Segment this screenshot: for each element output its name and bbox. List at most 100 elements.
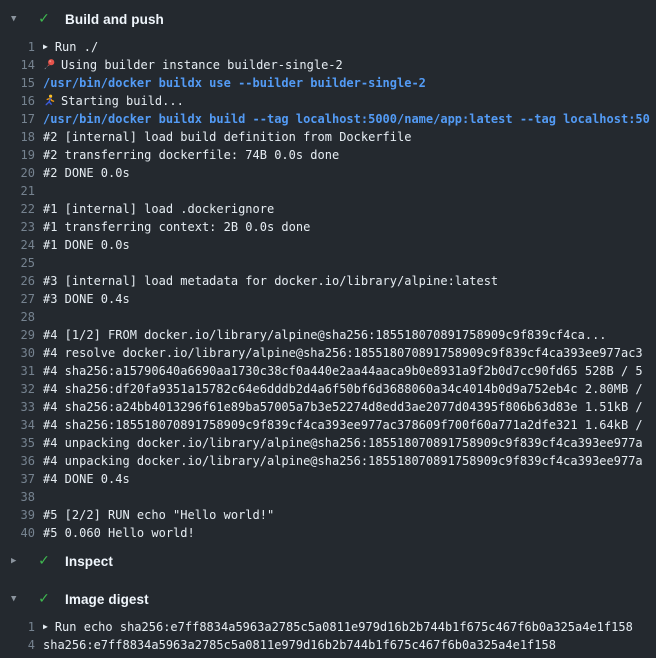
line-number[interactable]: 29: [0, 326, 35, 344]
log-line: 23 #1 transferring context: 2B 0.0s done: [0, 218, 656, 236]
log-text: #4 resolve docker.io/library/alpine@sha2…: [43, 344, 643, 362]
line-number[interactable]: 1: [0, 618, 35, 636]
log-line: 15/usr/bin/docker buildx use --builder b…: [0, 74, 656, 92]
log-text: #2 transferring dockerfile: 74B 0.0s don…: [43, 146, 339, 164]
line-content: #5 [2/2] RUN echo "Hello world!": [43, 506, 656, 524]
runner-icon: [43, 94, 56, 107]
section-header[interactable]: ▼ ✓ Build and push: [0, 0, 656, 38]
line-number[interactable]: 23: [0, 218, 35, 236]
line-content: #4 sha256:a24bb4013296f61e89ba57005a7b3e…: [43, 398, 656, 416]
log-line: 27 #3 DONE 0.4s: [0, 290, 656, 308]
line-content: [43, 488, 656, 506]
log-text: #1 [internal] load .dockerignore: [43, 200, 274, 218]
line-number[interactable]: 33: [0, 398, 35, 416]
line-content: ▶Run ./: [43, 38, 656, 56]
log-line: 39 #5 [2/2] RUN echo "Hello world!": [0, 506, 656, 524]
line-number[interactable]: 38: [0, 488, 35, 506]
line-number[interactable]: 15: [0, 74, 35, 92]
line-number[interactable]: 37: [0, 470, 35, 488]
log-text: #4 sha256:a15790640a6690aa1730c38cf0a440…: [43, 362, 643, 380]
log-group-line[interactable]: 1 ▶ Run echo sha256:e7ff8834a5963a2785c5a0…: [0, 618, 656, 636]
line-number[interactable]: 16: [0, 92, 35, 110]
line-number[interactable]: 31: [0, 362, 35, 380]
log-section: ▶ ✓ Inspect: [0, 542, 656, 580]
section-toggle-icon[interactable]: ▶: [11, 556, 35, 566]
log-line: 40#5 0.060 Hello world!: [0, 524, 656, 542]
log-line: 16 Starting build...: [0, 92, 656, 110]
line-content: #4 DONE 0.4s: [43, 470, 656, 488]
section-body: 1 ▶ Run echo sha256:e7ff8834a5963a2785c5a0…: [0, 618, 656, 654]
line-number[interactable]: 24: [0, 236, 35, 254]
line-content: Starting build...: [43, 92, 656, 110]
log-line: 28: [0, 308, 656, 326]
log-text: #4 sha256:a24bb4013296f61e89ba57005a7b3e…: [43, 398, 643, 416]
pushpin-icon: [43, 58, 56, 71]
log-text: #4 unpacking docker.io/library/alpine@sh…: [43, 452, 643, 470]
line-number[interactable]: 30: [0, 344, 35, 362]
section-header[interactable]: ▼ ✓ Image digest: [0, 580, 656, 618]
log-text: #4 unpacking docker.io/library/alpine@sh…: [43, 434, 643, 452]
line-content: #3 [internal] load metadata for docker.i…: [43, 272, 656, 290]
log-text: #4 sha256:185518070891758909c9f839cf4ca3…: [43, 416, 643, 434]
log-text: #3 DONE 0.4s: [43, 290, 130, 308]
line-number[interactable]: 32: [0, 380, 35, 398]
section-toggle-icon[interactable]: ▼: [11, 14, 35, 24]
log-text: #1 transferring context: 2B 0.0s done: [43, 218, 310, 236]
line-content: #4 resolve docker.io/library/alpine@sha2…: [43, 344, 656, 362]
log-line: 22 #1 [internal] load .dockerignore: [0, 200, 656, 218]
line-number[interactable]: 19: [0, 146, 35, 164]
line-number[interactable]: 40: [0, 524, 35, 542]
line-number[interactable]: 36: [0, 452, 35, 470]
line-number[interactable]: 21: [0, 182, 35, 200]
log-group-line[interactable]: 1 ▶Run ./: [0, 38, 656, 56]
line-content: #4 [1/2] FROM docker.io/library/alpine@s…: [43, 326, 656, 344]
group-expand-icon[interactable]: ▶: [43, 38, 48, 56]
log-text: Run echo sha256:e7ff8834a5963a2785c5a081…: [55, 618, 633, 636]
group-expand-icon[interactable]: ▶: [43, 618, 48, 636]
line-content: #2 DONE 0.0s: [43, 164, 656, 182]
line-number[interactable]: 25: [0, 254, 35, 272]
log-line: 4 sha256:e7ff8834a5963a2785c5a0811e979d16…: [0, 636, 656, 654]
log-line: 26 #3 [internal] load metadata for docker…: [0, 272, 656, 290]
log-line: 29 #4 [1/2] FROM docker.io/library/alpine…: [0, 326, 656, 344]
log-line: 35 #4 unpacking docker.io/library/alpine@…: [0, 434, 656, 452]
log-text: #4 sha256:df20fa9351a15782c64e6dddb2d4a6…: [43, 380, 643, 398]
log-text: #1 DONE 0.0s: [43, 236, 130, 254]
log-text: sha256:e7ff8834a5963a2785c5a0811e979d16b…: [43, 636, 556, 654]
line-number[interactable]: 39: [0, 506, 35, 524]
success-check-icon: ✓: [35, 591, 53, 607]
line-number[interactable]: 34: [0, 416, 35, 434]
success-check-icon: ✓: [35, 11, 53, 27]
log-line: 33 #4 sha256:a24bb4013296f61e89ba57005a7b…: [0, 398, 656, 416]
line-content: Using builder instance builder-single-2: [43, 56, 656, 74]
line-number[interactable]: 20: [0, 164, 35, 182]
line-content: sha256:e7ff8834a5963a2785c5a0811e979d16b…: [43, 636, 656, 654]
line-content: #4 unpacking docker.io/library/alpine@sh…: [43, 434, 656, 452]
section-toggle-icon[interactable]: ▼: [11, 594, 35, 604]
log-text: Starting build...: [61, 92, 184, 110]
line-number[interactable]: 1: [0, 38, 35, 56]
log-text: #4 [1/2] FROM docker.io/library/alpine@s…: [43, 326, 607, 344]
line-number[interactable]: 27: [0, 290, 35, 308]
log-line: 19 #2 transferring dockerfile: 74B 0.0s d…: [0, 146, 656, 164]
log-line: 37 #4 DONE 0.4s: [0, 470, 656, 488]
line-number[interactable]: 4: [0, 636, 35, 654]
log-line: 32 #4 sha256:df20fa9351a15782c64e6dddb2d4…: [0, 380, 656, 398]
line-number[interactable]: 22: [0, 200, 35, 218]
line-number[interactable]: 14: [0, 56, 35, 74]
line-number[interactable]: 26: [0, 272, 35, 290]
line-number[interactable]: 28: [0, 308, 35, 326]
line-content: #4 sha256:a15790640a6690aa1730c38cf0a440…: [43, 362, 656, 380]
line-number[interactable]: 18: [0, 128, 35, 146]
line-number[interactable]: 35: [0, 434, 35, 452]
log-line: 21: [0, 182, 656, 200]
log-section: ▼ ✓ Build and push 1 ▶Run ./ 14 Using buil…: [0, 0, 656, 542]
line-number[interactable]: 17: [0, 110, 35, 128]
command-text: /usr/bin/docker buildx use --builder bui…: [43, 74, 426, 92]
line-content: [43, 254, 656, 272]
log-text: #4 DONE 0.4s: [43, 470, 130, 488]
section-header[interactable]: ▶ ✓ Inspect: [0, 542, 656, 580]
log-section: ▼ ✓ Image digest 1 ▶ Run echo sha256:e7ff8…: [0, 580, 656, 654]
line-content: #1 DONE 0.0s: [43, 236, 656, 254]
log-text: #5 [2/2] RUN echo "Hello world!": [43, 506, 274, 524]
